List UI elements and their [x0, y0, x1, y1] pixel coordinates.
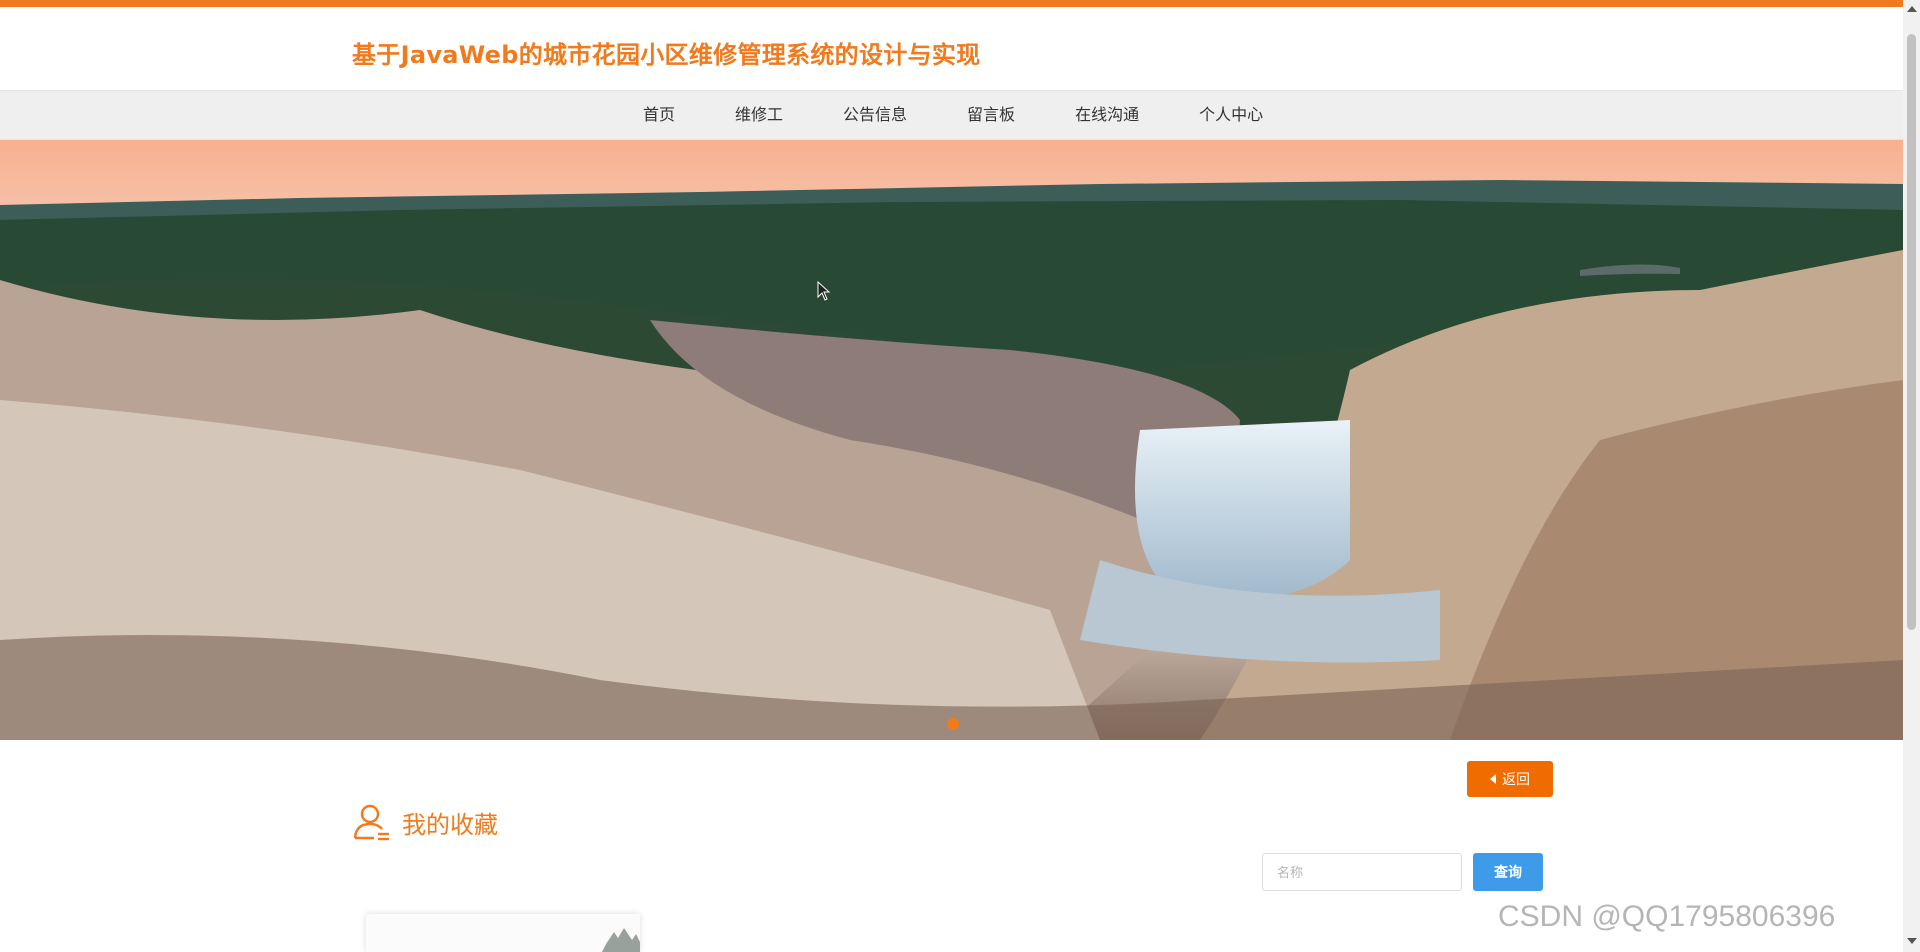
- back-button[interactable]: 返回: [1467, 761, 1553, 797]
- carousel-indicator-dot[interactable]: [947, 718, 959, 730]
- section-header: 我的收藏: [352, 800, 498, 844]
- nav-item-repairmen[interactable]: 维修工: [705, 91, 813, 139]
- nav-item-message-board[interactable]: 留言板: [937, 91, 1045, 139]
- user-list-icon: [353, 804, 389, 841]
- scroll-down-icon[interactable]: [1907, 938, 1917, 944]
- scroll-up-icon[interactable]: [1907, 6, 1917, 12]
- query-button[interactable]: 查询: [1473, 853, 1543, 891]
- favorite-item-card[interactable]: [366, 914, 640, 952]
- favorite-item-image: [366, 914, 640, 952]
- name-search-input[interactable]: [1262, 853, 1462, 891]
- caret-left-icon: [1490, 774, 1496, 784]
- nav-item-home[interactable]: 首页: [613, 91, 705, 139]
- site-header: 基于JavaWeb的城市花园小区维修管理系统的设计与实现: [0, 7, 1903, 90]
- section-title: 我的收藏: [402, 810, 498, 839]
- nav-item-online-chat[interactable]: 在线沟通: [1045, 91, 1169, 139]
- back-button-label: 返回: [1502, 772, 1530, 788]
- main-nav: 首页 维修工 公告信息 留言板 在线沟通 个人中心: [0, 90, 1903, 140]
- scroll-thumb[interactable]: [1907, 34, 1916, 630]
- banner-image: [0, 140, 1903, 740]
- top-accent-bar: [0, 0, 1903, 7]
- nav-item-announcements[interactable]: 公告信息: [813, 91, 937, 139]
- mouse-pointer-icon: [817, 281, 831, 301]
- nav-item-profile[interactable]: 个人中心: [1169, 91, 1293, 139]
- banner-carousel[interactable]: [0, 140, 1903, 740]
- site-title[interactable]: 基于JavaWeb的城市花园小区维修管理系统的设计与实现: [352, 35, 980, 70]
- vertical-scrollbar[interactable]: [1903, 0, 1920, 952]
- watermark-text: CSDN @QQ1795806396: [1498, 900, 1836, 933]
